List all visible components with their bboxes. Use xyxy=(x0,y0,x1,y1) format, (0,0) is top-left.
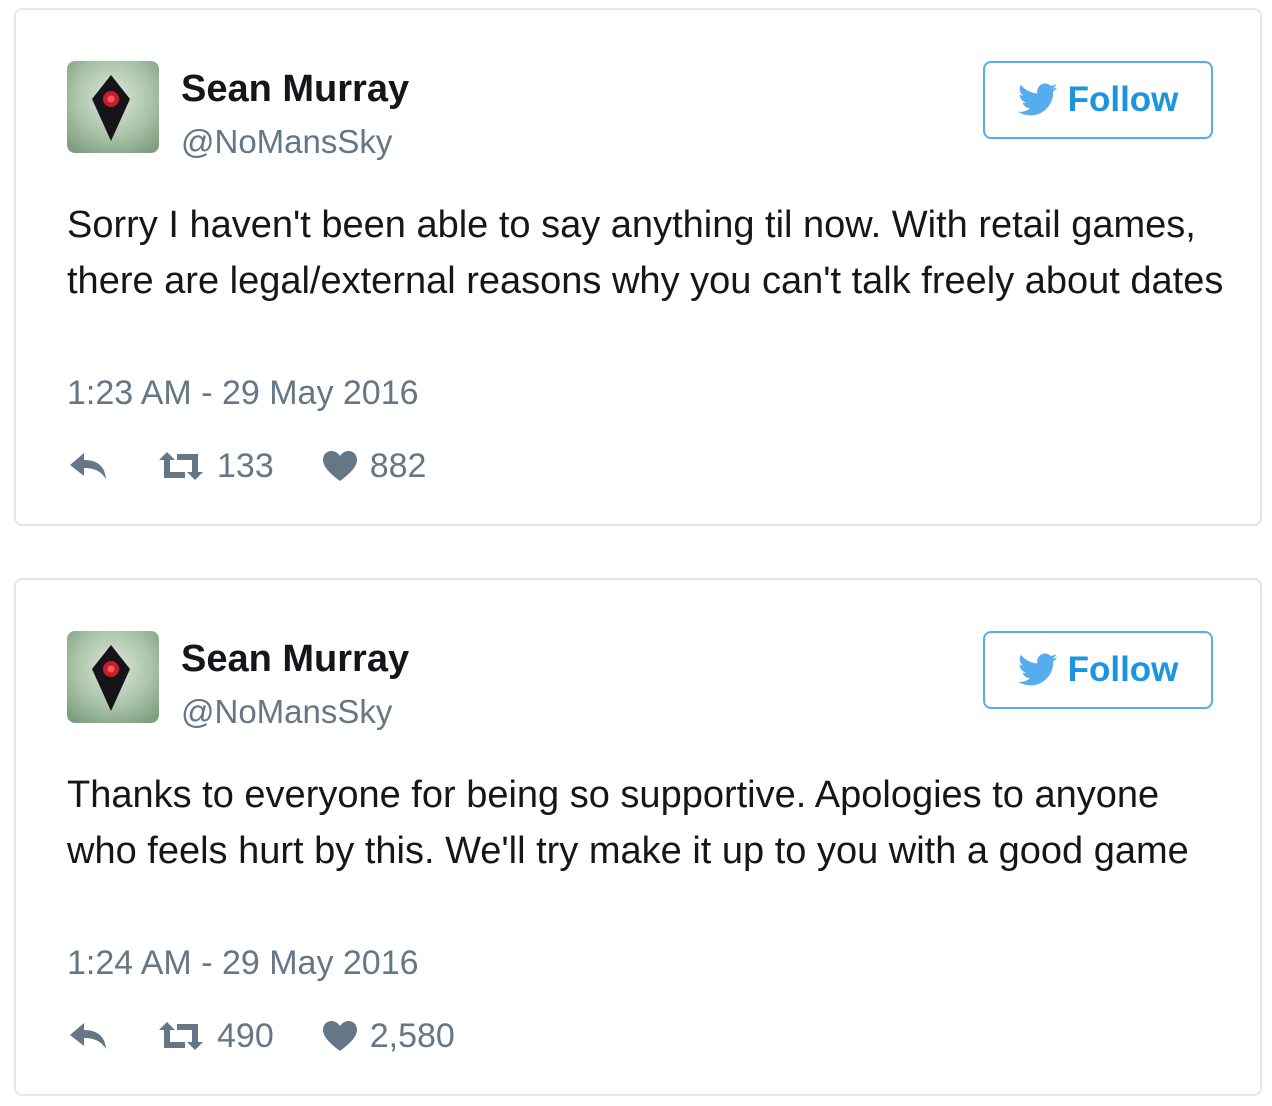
author-name[interactable]: Sean Murray xyxy=(181,68,409,111)
retweet-icon xyxy=(159,452,203,480)
twitter-bird-icon xyxy=(1017,83,1057,116)
author-name[interactable]: Sean Murray xyxy=(181,638,409,681)
reply-icon xyxy=(70,453,106,479)
tweet-card: Sean Murray @NoMansSky Follow Sorry I ha… xyxy=(14,8,1262,526)
retweet-count: 490 xyxy=(217,1016,274,1055)
reply-button[interactable] xyxy=(67,450,109,482)
follow-label: Follow xyxy=(1067,80,1179,119)
retweet-button[interactable]: 490 xyxy=(157,1017,274,1056)
retweet-icon xyxy=(159,1022,203,1050)
avatar[interactable] xyxy=(67,631,159,723)
like-button[interactable]: 882 xyxy=(322,446,427,486)
tweet-actions: 490 2,580 xyxy=(67,1016,455,1056)
follow-label: Follow xyxy=(1067,650,1179,689)
author-handle[interactable]: @NoMansSky xyxy=(181,693,392,731)
follow-button[interactable]: Follow xyxy=(983,61,1213,139)
tweet-text: Thanks to everyone for being so supporti… xyxy=(67,774,1189,872)
tweet-actions: 133 882 xyxy=(67,446,426,486)
tweet-timestamp[interactable]: 1:23 AM - 29 May 2016 xyxy=(67,374,419,413)
retweet-count: 133 xyxy=(217,446,274,485)
tweet-text: Sorry I haven't been able to say anythin… xyxy=(67,204,1224,302)
avatar[interactable] xyxy=(67,61,159,153)
like-button[interactable]: 2,580 xyxy=(322,1017,455,1056)
heart-icon xyxy=(322,1021,357,1051)
like-count: 2,580 xyxy=(369,1016,455,1055)
follow-button[interactable]: Follow xyxy=(983,631,1213,709)
retweet-button[interactable]: 133 xyxy=(157,447,274,486)
author-handle[interactable]: @NoMansSky xyxy=(181,123,392,161)
tweet-card: Sean Murray @NoMansSky Follow Thanks to … xyxy=(14,578,1262,1096)
like-count: 882 xyxy=(369,446,427,485)
heart-icon xyxy=(322,451,357,481)
tweet-timestamp[interactable]: 1:24 AM - 29 May 2016 xyxy=(67,944,419,983)
reply-icon xyxy=(70,1023,106,1049)
reply-button[interactable] xyxy=(67,1020,109,1052)
twitter-bird-icon xyxy=(1017,653,1057,686)
